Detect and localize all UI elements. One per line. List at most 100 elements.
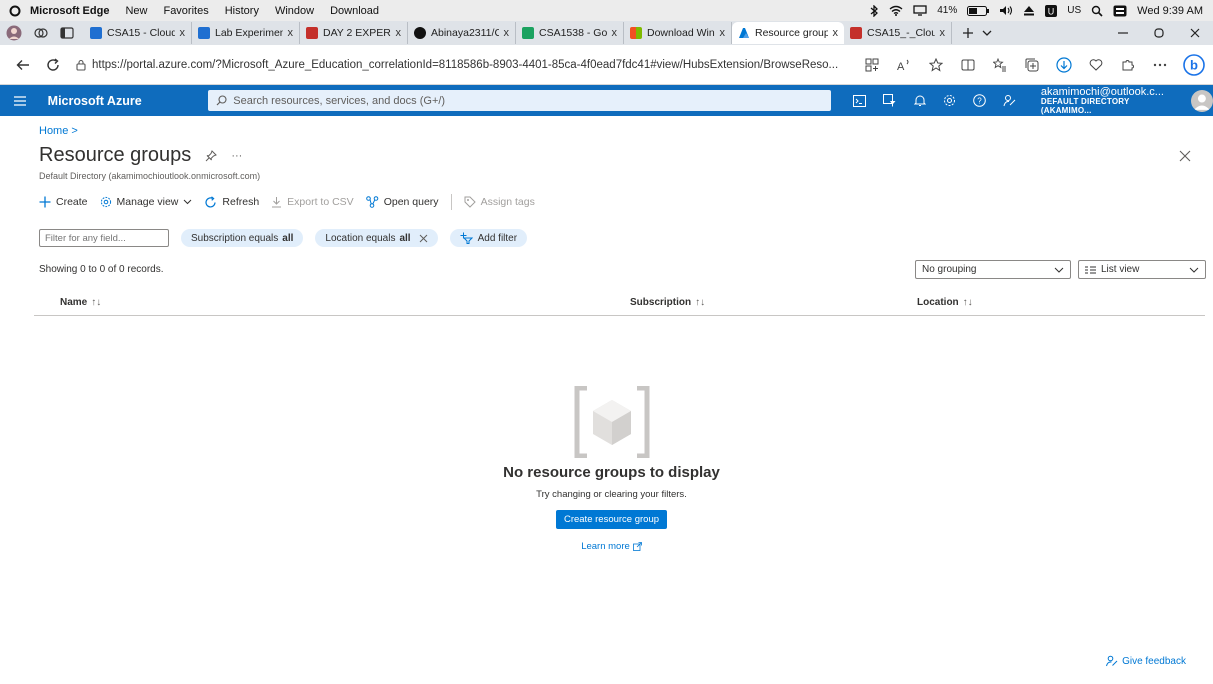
browser-tab[interactable]: CSA15 - Cloud x xyxy=(84,22,192,44)
browser-tab-active[interactable]: Resource group x xyxy=(732,22,844,44)
input-language[interactable]: US xyxy=(1067,5,1081,16)
refresh-page-icon[interactable] xyxy=(38,57,68,72)
grouping-dropdown[interactable]: No grouping xyxy=(915,260,1071,279)
refresh-button[interactable]: Refresh xyxy=(204,195,259,209)
feedback-person-icon[interactable] xyxy=(1003,94,1017,108)
open-query-button[interactable]: Open query xyxy=(365,196,439,208)
create-button[interactable]: Create xyxy=(39,196,88,208)
system-menu-bar: Microsoft Edge New Favorites History Win… xyxy=(0,0,1213,21)
help-question-icon[interactable]: ? xyxy=(973,94,987,108)
browser-tab[interactable]: DAY 2 EXPERIM x xyxy=(300,22,408,44)
user-switch-icon[interactable]: U xyxy=(1045,4,1058,17)
browser-tab[interactable]: CSA1538 - Goo x xyxy=(516,22,624,44)
export-csv-label: Export to CSV xyxy=(287,196,354,208)
favorite-star-icon[interactable] xyxy=(927,56,945,74)
more-actions-ellipsis[interactable]: ··· xyxy=(231,150,242,162)
learn-more-link[interactable]: Learn more xyxy=(581,541,642,552)
remove-filter-icon[interactable] xyxy=(419,234,428,243)
export-csv-button[interactable]: Export to CSV xyxy=(271,196,354,208)
tab-list-chevron-icon[interactable] xyxy=(982,29,992,37)
manage-view-button[interactable]: Manage view xyxy=(100,196,193,208)
add-filter-button[interactable]: Add filter xyxy=(449,229,528,247)
health-heart-icon[interactable] xyxy=(1087,56,1105,74)
bing-copilot-icon[interactable]: b xyxy=(1183,53,1205,76)
read-aloud-icon[interactable]: A xyxy=(895,56,913,74)
assign-tags-button[interactable]: Assign tags xyxy=(464,196,535,208)
new-tab-plus-icon[interactable] xyxy=(962,27,974,39)
spotlight-search-icon[interactable] xyxy=(1091,5,1103,17)
minimize-icon[interactable] xyxy=(1117,27,1129,39)
split-screen-icon[interactable] xyxy=(959,56,977,74)
give-feedback-link[interactable]: Give feedback xyxy=(1106,655,1186,667)
tab-close-icon[interactable]: x xyxy=(833,27,839,39)
menu-history[interactable]: History xyxy=(225,5,259,17)
tab-actions-icon[interactable] xyxy=(60,27,74,39)
more-options-icon[interactable] xyxy=(1151,56,1169,74)
column-header-location[interactable]: Location ↑↓ xyxy=(917,297,973,308)
bluetooth-icon[interactable] xyxy=(869,4,879,17)
menu-new[interactable]: New xyxy=(125,5,147,17)
column-header-subscription[interactable]: Subscription ↑↓ xyxy=(630,297,705,308)
tab-favicon-icon xyxy=(738,27,750,39)
tab-close-icon[interactable]: x xyxy=(288,27,294,39)
site-info-lock-icon[interactable] xyxy=(76,59,86,71)
control-center-icon[interactable] xyxy=(1113,5,1127,17)
close-blade-icon[interactable] xyxy=(1179,150,1191,162)
downloads-icon[interactable] xyxy=(1055,56,1073,74)
app-available-icon[interactable] xyxy=(863,56,881,74)
user-avatar-icon[interactable] xyxy=(1191,89,1213,112)
apple-menu-icon[interactable] xyxy=(0,5,30,17)
pin-icon[interactable] xyxy=(205,149,218,162)
tab-close-icon[interactable]: x xyxy=(720,27,726,39)
column-header-name[interactable]: Name ↑↓ xyxy=(60,297,101,308)
collections-icon[interactable] xyxy=(1023,56,1041,74)
favorites-bar-icon[interactable] xyxy=(991,56,1009,74)
wifi-icon[interactable] xyxy=(889,5,903,16)
account-info[interactable]: akamimochi@outlook.c... DEFAULT DIRECTOR… xyxy=(1041,86,1181,116)
notifications-bell-icon[interactable] xyxy=(913,94,927,108)
tab-close-icon[interactable]: x xyxy=(612,27,618,39)
hamburger-menu-icon[interactable] xyxy=(0,95,40,106)
empty-state-subtitle: Try changing or clearing your filters. xyxy=(536,489,687,500)
toolbar-divider xyxy=(450,194,452,210)
global-search-input[interactable]: Search resources, services, and docs (G+… xyxy=(208,90,831,111)
subscription-filter-pill[interactable]: Subscription equals all xyxy=(181,229,304,247)
profile-avatar-icon[interactable] xyxy=(6,25,22,41)
browser-tab[interactable]: Download Wind x xyxy=(624,22,732,44)
menu-app-name[interactable]: Microsoft Edge xyxy=(30,5,109,17)
browser-tab[interactable]: Lab Experiment x xyxy=(192,22,300,44)
cloud-shell-icon[interactable] xyxy=(853,94,867,108)
settings-gear-icon[interactable] xyxy=(943,94,957,108)
volume-icon[interactable] xyxy=(999,5,1013,16)
url-field[interactable]: https://portal.azure.com/?Microsoft_Azur… xyxy=(68,51,853,79)
breadcrumb-home[interactable]: Home xyxy=(39,125,68,137)
battery-icon[interactable] xyxy=(967,5,990,16)
account-directory: DEFAULT DIRECTORY (AKAMIMO... xyxy=(1040,96,1130,115)
back-arrow-icon[interactable] xyxy=(8,59,38,71)
restore-icon[interactable] xyxy=(1153,27,1165,39)
create-resource-group-button[interactable]: Create resource group xyxy=(555,510,668,529)
view-mode-value: List view xyxy=(1101,264,1140,275)
filter-input[interactable] xyxy=(39,229,169,247)
tab-close-icon[interactable]: x xyxy=(396,27,402,39)
directories-filter-icon[interactable] xyxy=(883,94,897,108)
tab-close-icon[interactable]: x xyxy=(940,27,946,39)
workspaces-icon[interactable] xyxy=(34,26,48,40)
page-header: Resource groups ··· xyxy=(39,144,242,167)
extensions-puzzle-icon[interactable] xyxy=(1119,56,1137,74)
clock[interactable]: Wed 9:39 AM xyxy=(1137,5,1203,17)
browser-tab[interactable]: Abinaya2311/C x xyxy=(408,22,516,44)
browser-tab[interactable]: CSA15_-_Cloud x xyxy=(844,22,952,44)
azure-brand[interactable]: Microsoft Azure xyxy=(40,94,209,108)
menu-download[interactable]: Download xyxy=(330,5,379,17)
tab-close-icon[interactable]: x xyxy=(504,27,510,39)
location-filter-pill[interactable]: Location equals all xyxy=(315,229,438,247)
open-query-label: Open query xyxy=(383,196,439,208)
menu-window[interactable]: Window xyxy=(275,5,314,17)
screen-mirror-icon[interactable] xyxy=(913,5,927,16)
close-window-icon[interactable] xyxy=(1189,27,1201,39)
view-mode-dropdown[interactable]: List view xyxy=(1078,260,1206,279)
tab-close-icon[interactable]: x xyxy=(180,27,186,39)
menu-favorites[interactable]: Favorites xyxy=(163,5,208,17)
eject-icon[interactable] xyxy=(1023,5,1035,16)
